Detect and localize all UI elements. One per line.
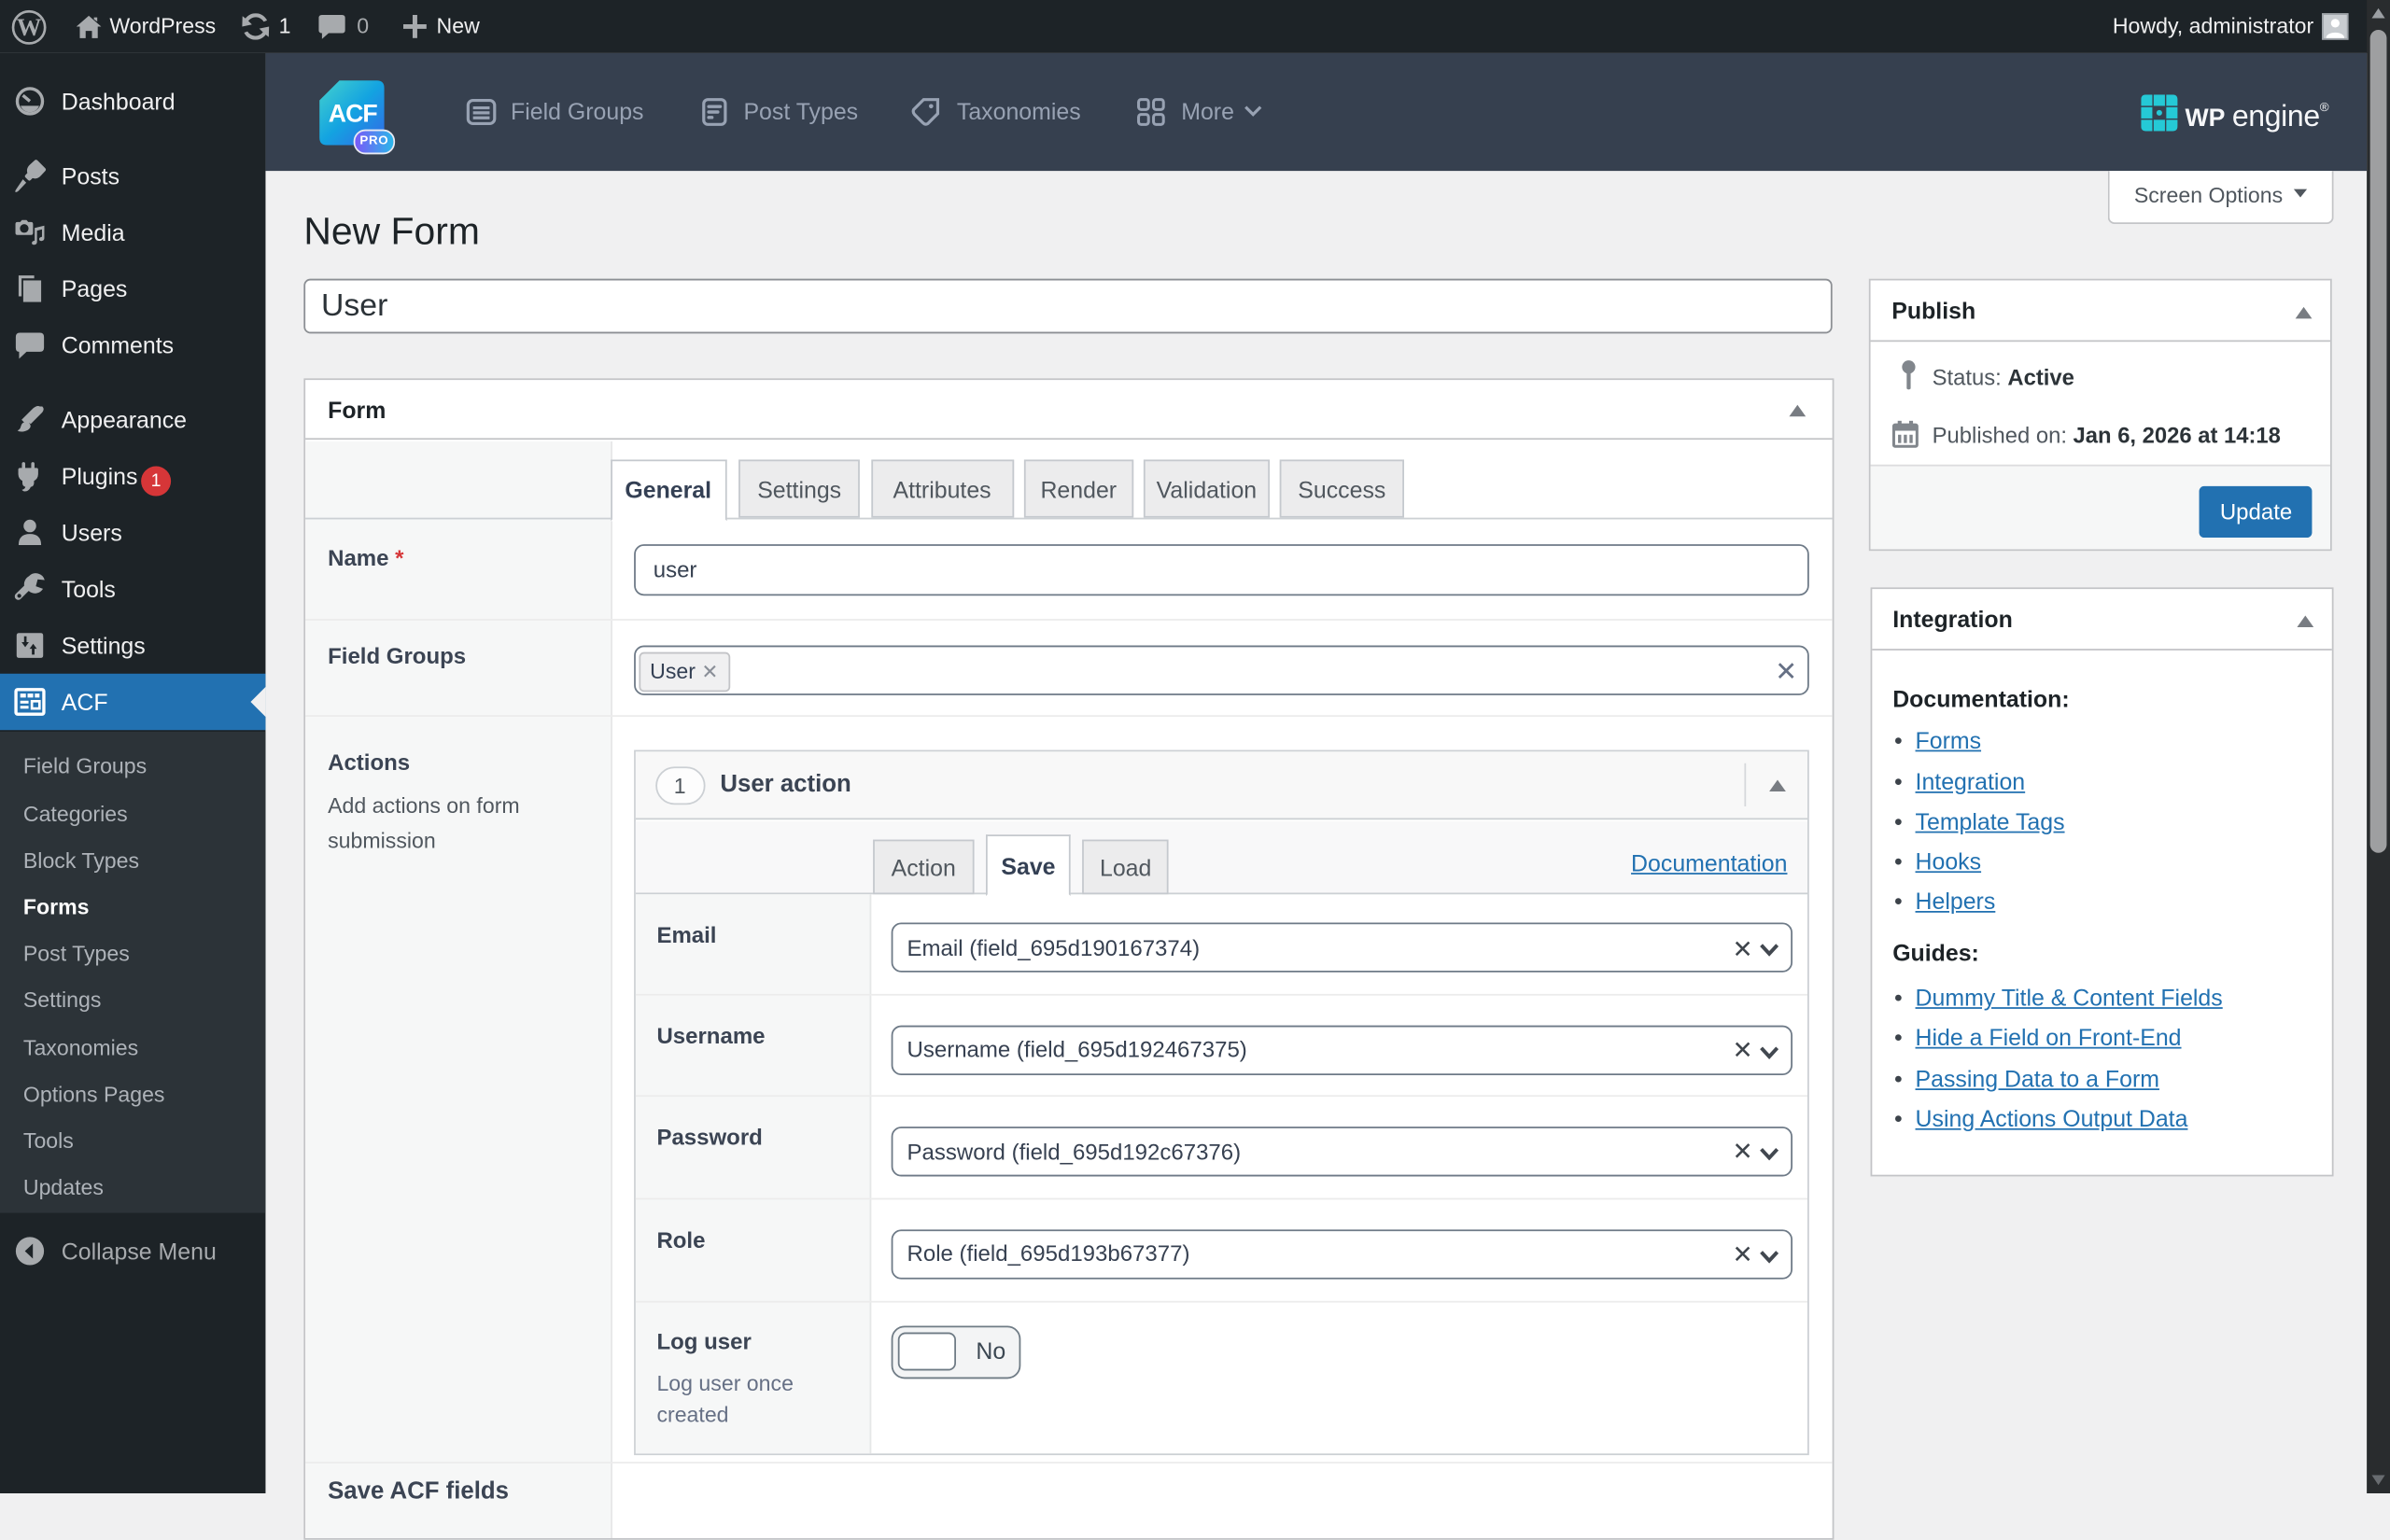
- svg-text:ACF: ACF: [329, 99, 378, 127]
- svg-text:W: W: [17, 12, 42, 40]
